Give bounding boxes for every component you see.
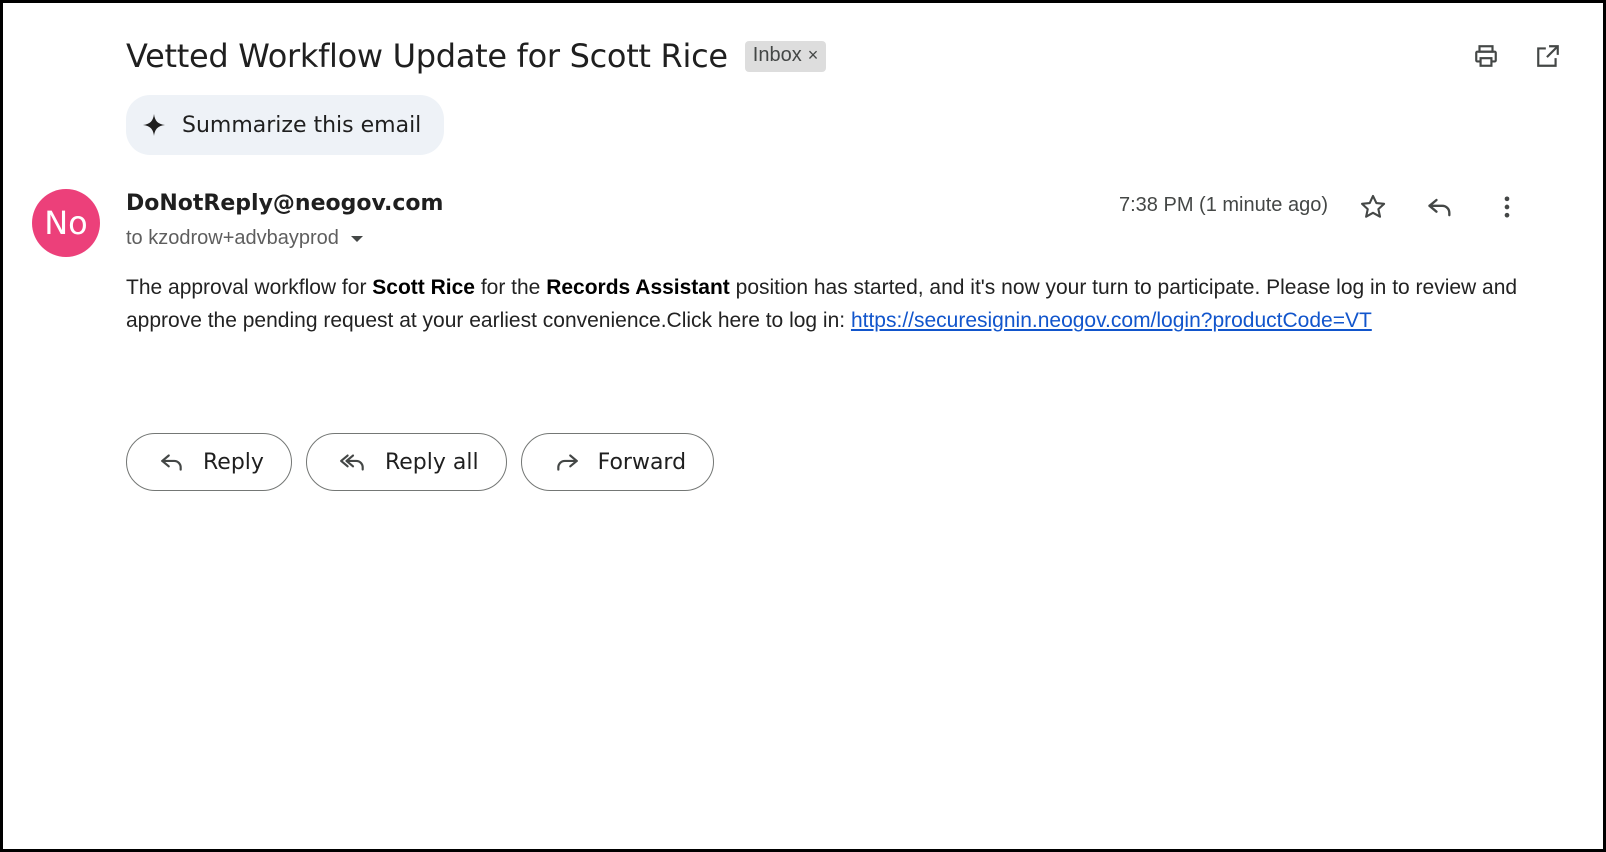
message-actions: [1358, 192, 1522, 222]
reply-label: Reply: [203, 449, 264, 475]
email-timestamp: 7:38 PM (1 minute ago): [1119, 194, 1328, 216]
recipient-details[interactable]: to kzodrow+advbayprod: [126, 227, 363, 250]
body-text-2: for the: [474, 276, 547, 299]
inbox-label-chip[interactable]: Inbox ×: [744, 40, 827, 72]
remove-label-icon[interactable]: ×: [808, 45, 819, 66]
recipient-text: to kzodrow+advbayprod: [126, 227, 339, 249]
email-view: Vetted Workflow Update for Scott Rice In…: [0, 0, 1606, 852]
forward-button[interactable]: Forward: [520, 433, 715, 491]
login-link[interactable]: https://securesignin.neogov.com/login?pr…: [851, 309, 1372, 332]
summarize-label: Summarize this email: [182, 112, 422, 138]
reply-icon: [159, 449, 185, 475]
subject-row: Vetted Workflow Update for Scott Rice In…: [126, 37, 827, 75]
candidate-name: Scott Rice: [372, 276, 475, 299]
summarize-button[interactable]: Summarize this email: [126, 95, 444, 155]
label-name: Inbox: [752, 44, 802, 66]
reply-all-icon: [339, 449, 367, 475]
forward-icon: [554, 449, 580, 475]
reply-all-label: Reply all: [384, 449, 479, 475]
position-name: Records Assistant: [546, 276, 730, 299]
reply-all-button[interactable]: Reply all: [305, 433, 507, 491]
avatar[interactable]: No: [32, 189, 100, 257]
reply-actions: Reply Reply all Forward: [126, 433, 715, 491]
body-text-1: The approval workflow for: [126, 276, 373, 299]
email-subject: Vetted Workflow Update for Scott Rice: [126, 37, 728, 75]
thread-toolbar: [1471, 41, 1563, 71]
chevron-down-icon[interactable]: [350, 235, 363, 242]
sender-address[interactable]: DoNotReply@neogov.com: [126, 191, 443, 216]
print-icon[interactable]: [1471, 41, 1501, 71]
forward-label: Forward: [597, 449, 687, 475]
reply-icon[interactable]: [1425, 192, 1455, 222]
star-icon[interactable]: [1358, 192, 1388, 222]
email-body: The approval workflow for Scott Rice for…: [126, 271, 1526, 337]
open-in-new-window-icon[interactable]: [1533, 41, 1563, 71]
sparkle-icon: [142, 113, 166, 137]
more-vertical-icon[interactable]: [1492, 192, 1522, 222]
reply-button[interactable]: Reply: [126, 433, 292, 491]
